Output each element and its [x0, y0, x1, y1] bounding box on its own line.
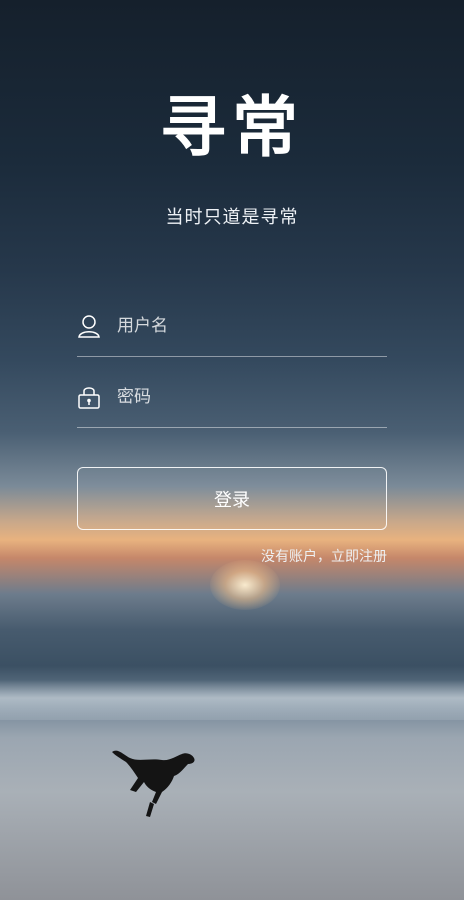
- username-input[interactable]: [115, 315, 369, 337]
- ocean-waves: [0, 680, 464, 720]
- password-field[interactable]: [77, 367, 387, 428]
- login-button[interactable]: 登录: [77, 467, 387, 530]
- register-link[interactable]: 没有账户，立即注册: [261, 546, 387, 566]
- username-field[interactable]: [77, 296, 387, 357]
- app-logo: 寻常: [160, 89, 304, 166]
- dog-silhouette: [112, 750, 195, 817]
- user-icon: [77, 313, 101, 339]
- sunset-glow: [210, 560, 280, 610]
- lock-icon: [77, 384, 101, 410]
- app-tagline: 当时只道是寻常: [165, 207, 299, 228]
- password-input[interactable]: [115, 386, 369, 408]
